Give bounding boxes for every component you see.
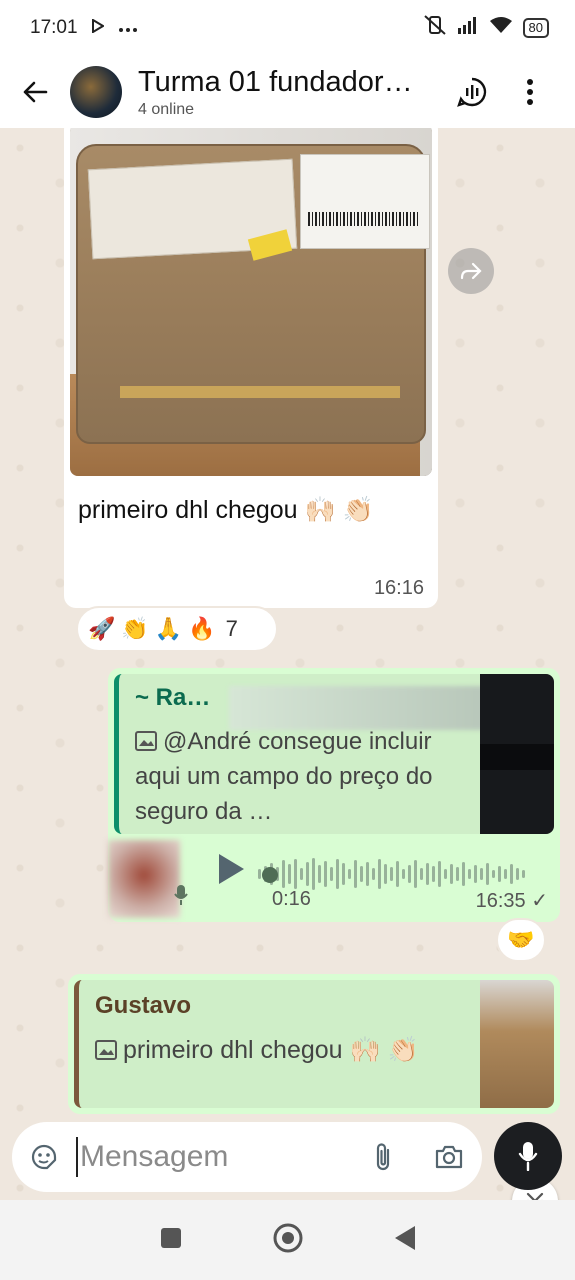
handshake-reaction[interactable]: 🤝: [496, 918, 546, 962]
voice-note-player: 0:16 16:35 ✓: [108, 834, 560, 922]
voice-chat-icon: [457, 77, 487, 107]
reactions-bar[interactable]: 🚀 👏 🙏 🔥 7: [76, 606, 278, 652]
chat-title: Turma 01 fundador…: [138, 65, 413, 98]
kebab-menu-icon: [527, 79, 533, 105]
package-photo[interactable]: [70, 128, 432, 476]
vibrate-off-icon: [423, 14, 447, 42]
reaction-clap: 👏: [121, 616, 149, 641]
paperclip-icon: [376, 1143, 390, 1171]
chat-title-area[interactable]: Turma 01 fundador… 4 online: [138, 66, 443, 119]
reaction-rocket: 🚀: [88, 616, 116, 641]
home-button[interactable]: [272, 1222, 304, 1259]
triangle-back-icon: [394, 1225, 415, 1250]
play-icon: [219, 854, 244, 884]
circle-icon: [273, 1223, 302, 1252]
play-button[interactable]: [216, 852, 246, 891]
system-nav-bar: [0, 1200, 575, 1280]
message-input[interactable]: Mensagem: [76, 1137, 350, 1177]
voice-duration: 0:16: [272, 888, 311, 910]
quote-author: Gustavo: [95, 992, 192, 1019]
forward-button[interactable]: [448, 248, 494, 294]
record-voice-button[interactable]: [494, 1122, 562, 1190]
audio-waveform[interactable]: [258, 856, 534, 892]
message-time-sent: 16:35 ✓: [475, 890, 548, 912]
wifi-icon: [489, 16, 513, 40]
camera-icon: [435, 1145, 463, 1169]
double-chevron-down-icon: [526, 1192, 544, 1200]
square-icon: [160, 1227, 181, 1248]
reaction-fire: 🔥: [188, 616, 216, 641]
message-composer: Mensagem: [12, 1122, 482, 1192]
incoming-image-message[interactable]: primeiro dhl chegou 🙌🏻 👏🏻 16:16: [64, 128, 438, 608]
more-notifications-icon: [118, 17, 138, 39]
camera-button[interactable]: [416, 1144, 482, 1170]
reaction-count: 7: [225, 616, 238, 641]
group-avatar[interactable]: [70, 66, 122, 118]
microphone-icon: [518, 1142, 538, 1171]
outgoing-voice-message[interactable]: ~ Ra… @André consegue incluir aqui um ca…: [108, 668, 560, 922]
sticker-button[interactable]: [12, 1142, 76, 1172]
chat-header: Turma 01 fundador… 4 online: [0, 56, 575, 128]
message-caption: primeiro dhl chegou 🙌🏻 👏🏻: [78, 496, 374, 524]
playback-scrubber[interactable]: [262, 867, 278, 883]
recents-button[interactable]: [160, 1227, 182, 1254]
back-button[interactable]: [0, 56, 70, 128]
quote-thumbnail: [480, 980, 554, 1108]
forward-icon: [460, 262, 482, 280]
message-time: 16:16: [373, 577, 424, 599]
chat-area[interactable]: primeiro dhl chegou 🙌🏻 👏🏻 16:16 🚀 👏 🙏 🔥 …: [0, 128, 575, 1200]
sender-avatar: [108, 840, 180, 918]
quote-text: primeiro dhl chegou 🙌🏻 👏🏻: [95, 1032, 465, 1068]
battery-indicator: 80: [522, 18, 549, 38]
status-bar: 17:01 80: [0, 0, 575, 56]
quoted-message[interactable]: ~ Ra… @André consegue incluir aqui um ca…: [114, 674, 554, 834]
quote-author: ~ Ra…: [135, 684, 211, 711]
attach-button[interactable]: [350, 1141, 416, 1173]
quoted-message-gustavo[interactable]: Gustavo primeiro dhl chegou 🙌🏻 👏🏻: [74, 980, 554, 1108]
signal-icon: [457, 16, 479, 40]
image-icon: [95, 1040, 117, 1060]
quote-text: @André consegue incluir aqui um campo do…: [135, 728, 433, 825]
outgoing-reply-message[interactable]: Gustavo primeiro dhl chegou 🙌🏻 👏🏻: [68, 974, 560, 1114]
media-play-icon: [91, 17, 105, 39]
image-icon: [135, 731, 157, 751]
voice-chat-button[interactable]: [443, 56, 501, 128]
back-nav-button[interactable]: [394, 1225, 416, 1256]
sticker-icon: [31, 1144, 57, 1170]
status-time: 17:01: [30, 17, 78, 38]
mic-icon: [174, 884, 188, 911]
arrow-left-icon: [23, 81, 48, 103]
quote-thumbnail: [480, 674, 554, 834]
online-status: 4 online: [138, 100, 195, 118]
more-options-button[interactable]: [501, 56, 559, 128]
reaction-pray: 🙏: [154, 616, 183, 641]
